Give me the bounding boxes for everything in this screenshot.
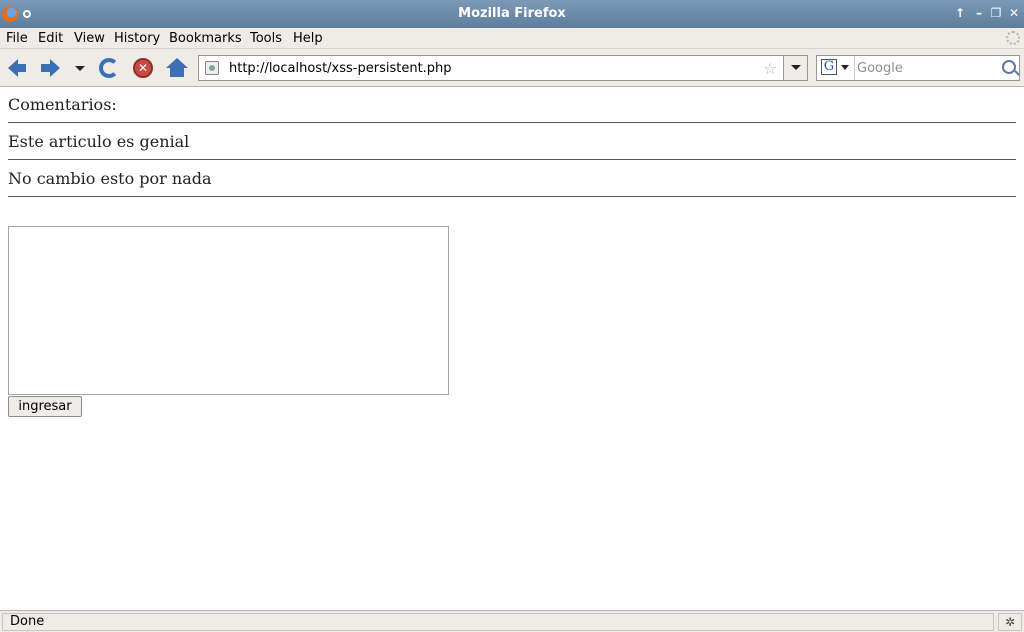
back-arrow-stem <box>17 64 26 72</box>
comments-heading: Comentarios: <box>8 95 117 114</box>
bookmark-star-icon[interactable]: ☆ <box>763 59 777 78</box>
forward-button[interactable] <box>38 56 62 80</box>
chevron-down-icon <box>791 65 801 70</box>
url-bar[interactable]: http://localhost/xss-persistent.php ☆ <box>198 55 808 81</box>
divider <box>8 159 1016 160</box>
home-icon-body <box>170 67 184 77</box>
status-bar: Done ✲ <box>0 610 1024 632</box>
back-button[interactable] <box>6 56 30 80</box>
divider <box>8 196 1016 197</box>
minimize-icon[interactable]: – <box>971 5 987 21</box>
site-identity-icon[interactable] <box>205 61 219 75</box>
maximize-icon[interactable]: ❐ <box>988 5 1004 21</box>
reload-button[interactable] <box>97 56 121 80</box>
menu-bookmarks[interactable]: Bookmarks <box>169 31 242 46</box>
search-bar: G <box>816 55 1020 81</box>
page-content: Comentarios: Este articulo es genial No … <box>0 88 1024 610</box>
menu-tools[interactable]: Tools <box>250 31 282 46</box>
status-text: Done <box>2 613 994 631</box>
comment-textarea[interactable] <box>8 226 449 395</box>
comment-item: Este articulo es genial <box>8 132 190 151</box>
navigation-toolbar: ✕ http://localhost/xss-persistent.php ☆ … <box>0 49 1024 87</box>
title-bar: Mozilla Firefox ↑ – ❐ ✕ <box>0 0 1024 28</box>
history-dropdown-button[interactable] <box>68 56 88 80</box>
comment-item: No cambio esto por nada <box>8 169 212 188</box>
menu-view[interactable]: View <box>74 31 105 46</box>
google-icon: G <box>821 59 837 75</box>
reload-icon <box>99 58 119 78</box>
menu-history[interactable]: History <box>114 31 160 46</box>
menu-bar: File Edit View History Bookmarks Tools H… <box>0 28 1024 49</box>
search-icon[interactable] <box>1002 60 1016 74</box>
url-text[interactable]: http://localhost/xss-persistent.php <box>229 61 452 76</box>
window-up-icon[interactable]: ↑ <box>952 5 968 21</box>
stop-button[interactable]: ✕ <box>131 56 155 80</box>
stop-icon: ✕ <box>133 58 153 78</box>
url-dropdown-button[interactable] <box>783 56 807 80</box>
chevron-down-icon <box>75 66 85 71</box>
divider <box>8 122 1016 123</box>
close-icon[interactable]: ✕ <box>1006 5 1022 21</box>
search-engine-button[interactable]: G <box>817 56 855 80</box>
chevron-down-icon <box>841 65 849 70</box>
status-activity-icon[interactable]: ✲ <box>998 613 1022 631</box>
submit-button[interactable]: ingresar <box>8 396 82 417</box>
menu-help[interactable]: Help <box>293 31 323 46</box>
window-title: Mozilla Firefox <box>458 6 566 21</box>
menu-edit[interactable]: Edit <box>38 31 63 46</box>
throbber-icon <box>1006 31 1020 45</box>
home-button[interactable] <box>165 56 189 80</box>
search-input[interactable] <box>857 57 997 79</box>
menu-file[interactable]: File <box>6 31 28 46</box>
forward-arrow-icon <box>50 59 60 77</box>
